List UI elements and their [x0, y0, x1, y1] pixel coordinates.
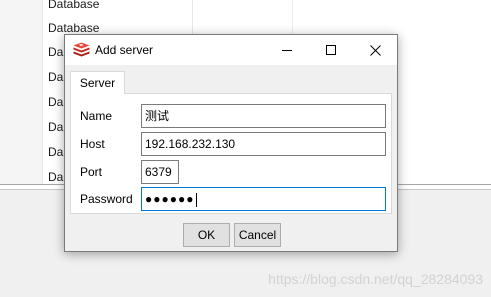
background-tree-item[interactable]: Da — [48, 140, 63, 164]
minimize-icon — [282, 45, 292, 55]
name-value: 测试 — [145, 109, 170, 123]
background-tree-item[interactable]: Da — [48, 165, 63, 189]
background-left-strip — [0, 0, 42, 184]
ok-button[interactable]: OK — [183, 223, 230, 247]
add-server-dialog: Add server Server Name 测试 Host 192.168.2… — [64, 34, 398, 252]
watermark-text: https://blog.csdn.net/qq_28284093 — [268, 271, 483, 287]
close-icon — [369, 44, 381, 56]
password-label: Password — [80, 192, 133, 206]
dialog-titlebar[interactable]: Add server — [65, 35, 397, 65]
maximize-icon — [326, 45, 336, 55]
name-field[interactable]: 测试 — [141, 104, 386, 128]
background-tree-item[interactable]: Da — [48, 90, 63, 114]
redis-cube-icon — [73, 42, 90, 57]
tab-server[interactable]: Server — [70, 71, 125, 94]
port-field[interactable]: 6379 — [141, 160, 179, 184]
background-tree-item[interactable]: Da — [48, 65, 63, 89]
port-value: 6379 — [145, 165, 172, 179]
text-caret — [195, 192, 197, 207]
background-tree-item[interactable]: Da — [48, 40, 63, 64]
background-tree-item[interactable]: Da — [48, 115, 63, 139]
name-label: Name — [80, 109, 113, 123]
host-field[interactable]: 192.168.232.130 — [141, 132, 386, 156]
server-tab-pane: Name 测试 Host 192.168.232.130 Port 6379 P… — [70, 93, 392, 214]
password-value: ●●●●●● — [145, 192, 195, 206]
dialog-title: Add server — [95, 43, 154, 57]
minimize-button[interactable] — [265, 35, 309, 65]
port-label: Port — [80, 165, 103, 179]
cancel-button[interactable]: Cancel — [234, 223, 281, 247]
maximize-button[interactable] — [309, 35, 353, 65]
background-tree-item[interactable]: Database — [48, 0, 99, 16]
host-value: 192.168.232.130 — [145, 137, 236, 151]
password-field[interactable]: ●●●●●● — [141, 187, 386, 211]
host-label: Host — [80, 137, 105, 151]
close-button[interactable] — [353, 35, 397, 65]
